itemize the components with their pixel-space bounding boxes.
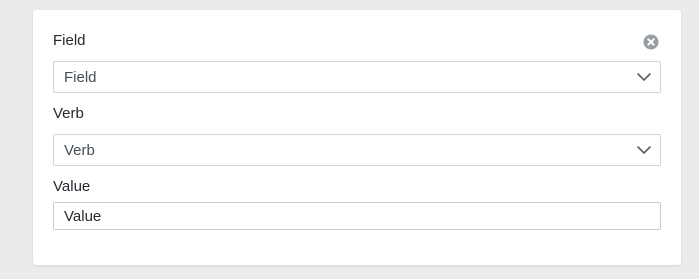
value-input[interactable] — [53, 202, 661, 230]
verb-select-value: Verb — [64, 142, 95, 159]
value-label: Value — [53, 178, 91, 195]
close-circle-icon — [643, 34, 659, 50]
field-select[interactable]: Field — [53, 61, 661, 93]
filter-card: Field Field Verb Verb Value — [33, 10, 681, 265]
field-label: Field — [53, 32, 86, 49]
remove-filter-button[interactable] — [643, 34, 659, 50]
verb-label: Verb — [53, 105, 84, 122]
field-select-value: Field — [64, 69, 97, 86]
chevron-down-icon — [637, 146, 651, 154]
chevron-down-icon — [637, 73, 651, 81]
verb-select[interactable]: Verb — [53, 134, 661, 166]
